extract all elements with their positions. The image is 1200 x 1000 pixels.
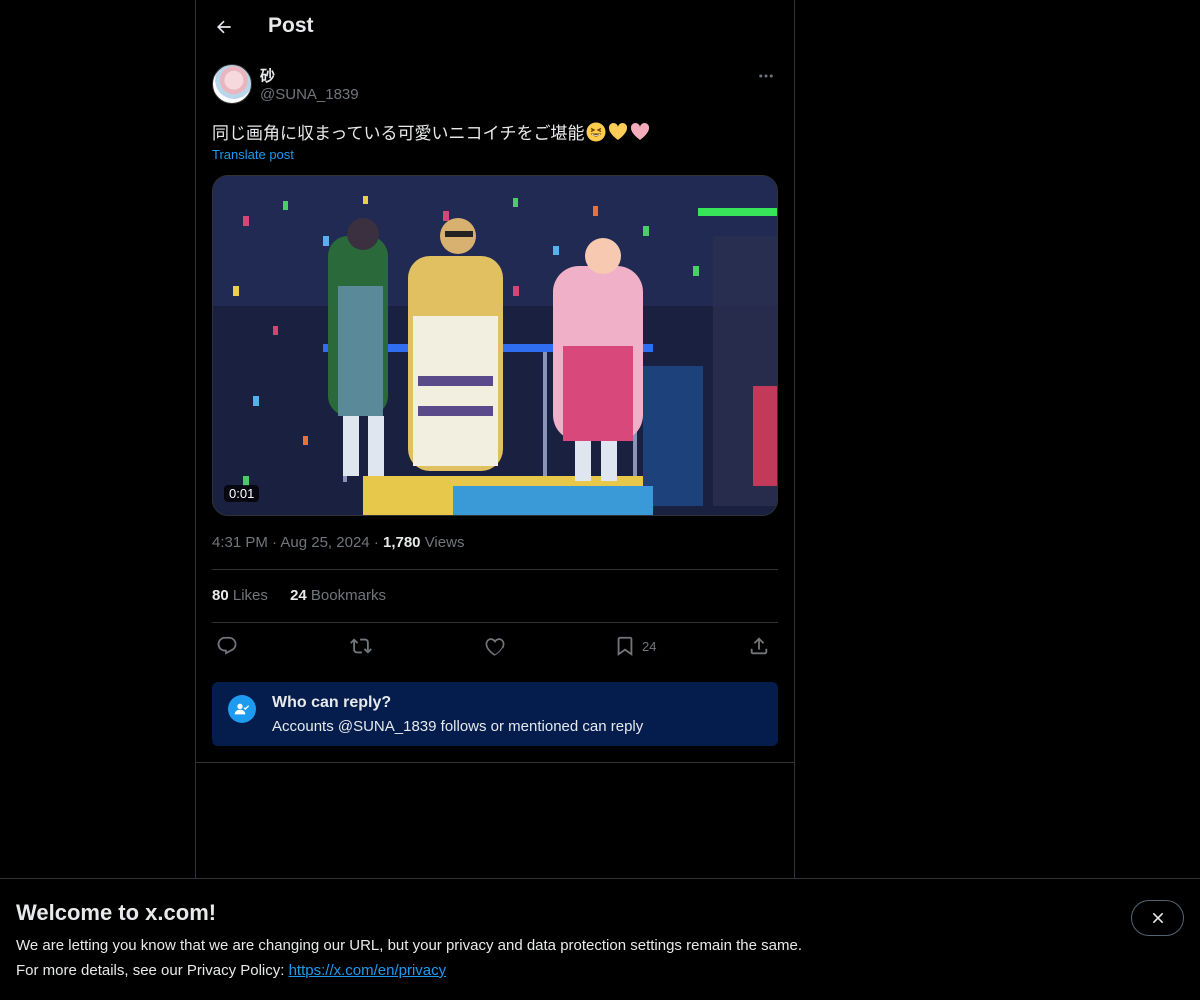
repost-button[interactable]: [350, 633, 372, 659]
post-text: 同じ画角に収まっている可愛いニコイチをご堪能: [212, 119, 650, 144]
user-check-icon: [228, 695, 256, 723]
reply-restriction-title: Who can reply?: [272, 694, 392, 711]
reply-restriction-subtitle: Accounts @SUNA_1839 follows or mentioned…: [272, 718, 644, 735]
banner-title: Welcome to x.com!: [16, 900, 217, 925]
arrow-left-icon: [217, 20, 231, 34]
pink-heart-emoji: [631, 122, 650, 140]
reply-icon: [217, 636, 237, 655]
post-meta: 4:31 PM · Aug 25, 2024 · 1,780 Views: [212, 534, 464, 551]
post-time[interactable]: 4:31 PM: [212, 534, 268, 551]
repost-icon: [350, 638, 372, 654]
page-title: Post: [268, 14, 314, 37]
likes-count: 80: [212, 587, 229, 604]
post-date[interactable]: Aug 25, 2024: [280, 534, 369, 551]
divider: [212, 569, 778, 570]
post-video[interactable]: 0:01: [212, 175, 778, 516]
bookmark-button[interactable]: 24: [614, 633, 656, 659]
share-icon: [750, 637, 768, 655]
bookmarks-count: 24: [290, 587, 307, 604]
like-button[interactable]: [484, 633, 506, 659]
post-text-content: 同じ画角に収まっている可愛いニコイチをご堪能: [212, 124, 585, 143]
meta-separator: ·: [272, 534, 278, 551]
divider: [196, 762, 794, 763]
views-count: 1,780: [382, 534, 421, 551]
privacy-policy-link[interactable]: https://x.com/en/privacy: [289, 962, 447, 979]
video-frame-image: [213, 176, 777, 515]
views-label: Views: [424, 534, 465, 551]
likes-stat[interactable]: 80 Likes: [212, 587, 268, 604]
more-button[interactable]: [754, 64, 778, 88]
divider: [212, 622, 778, 623]
more-horizontal-icon: [759, 74, 773, 78]
bookmarks-label: Bookmarks: [310, 587, 386, 604]
bookmarks-stat[interactable]: 24 Bookmarks: [290, 587, 386, 604]
grinning-squinting-face-emoji: [586, 122, 606, 142]
banner-close-button[interactable]: [1131, 900, 1184, 936]
bookmark-icon: [617, 636, 633, 657]
reply-button[interactable]: [216, 633, 238, 659]
banner-privacy-prefix: For more details, see our Privacy Policy…: [16, 962, 289, 979]
banner-message: We are letting you know that we are chan…: [16, 937, 802, 954]
share-button[interactable]: [748, 633, 770, 659]
post-author: 砂 @SUNA_1839: [212, 64, 778, 108]
url-change-banner: Welcome to x.com! We are letting you kno…: [0, 878, 1200, 1000]
translate-post-link[interactable]: Translate post: [212, 147, 294, 162]
main-column: Post 砂 @SUNA_1839 同じ画角に収まっている可愛いニコイチをご堪能…: [195, 0, 795, 879]
avatar[interactable]: [212, 64, 252, 104]
post-stats: 80 Likes 24 Bookmarks: [212, 587, 404, 604]
banner-privacy-line: For more details, see our Privacy Policy…: [16, 962, 446, 979]
who-can-reply-box: Who can reply? Accounts @SUNA_1839 follo…: [212, 682, 778, 746]
heart-icon: [485, 638, 505, 657]
header: Post: [196, 0, 794, 54]
video-duration: 0:01: [224, 485, 260, 502]
yellow-heart-emoji: [609, 122, 628, 140]
bookmark-count: 24: [642, 638, 657, 654]
meta-separator: ·: [373, 534, 379, 551]
back-button[interactable]: [208, 11, 240, 43]
author-handle[interactable]: @SUNA_1839: [260, 86, 359, 103]
likes-label: Likes: [232, 587, 268, 604]
post-actions: 24: [212, 633, 778, 661]
close-icon: [1152, 912, 1163, 924]
author-name[interactable]: 砂: [260, 65, 275, 86]
